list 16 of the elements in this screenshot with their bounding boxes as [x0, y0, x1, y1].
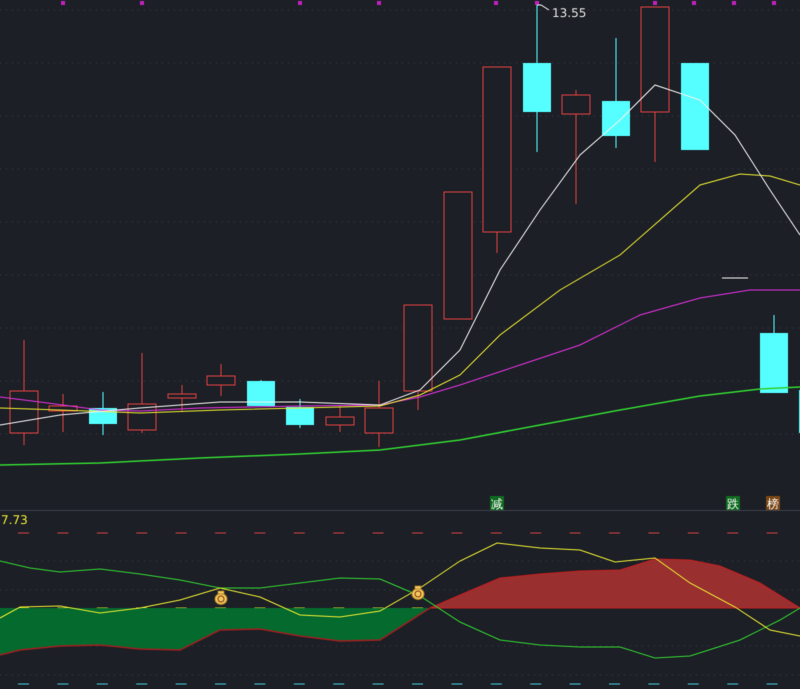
signal-tag: 跌: [726, 496, 740, 510]
high-pointer-line: [536, 4, 550, 10]
candlestick: [364, 380, 394, 448]
candlestick: [286, 398, 314, 428]
candlestick: [247, 380, 275, 406]
candlestick: [48, 394, 78, 432]
money-bag-icon: [214, 590, 228, 605]
candlestick: [89, 392, 117, 436]
money-bag-icon: [412, 586, 424, 600]
high-price-label: 13.55: [552, 6, 586, 20]
candlestick: [326, 406, 354, 432]
signal-tag: 减: [490, 496, 504, 510]
signal-tag: 榜: [766, 496, 780, 510]
candlestick: [168, 384, 196, 412]
indicator-value: 7.73: [1, 513, 28, 527]
candlestick: [206, 364, 236, 396]
